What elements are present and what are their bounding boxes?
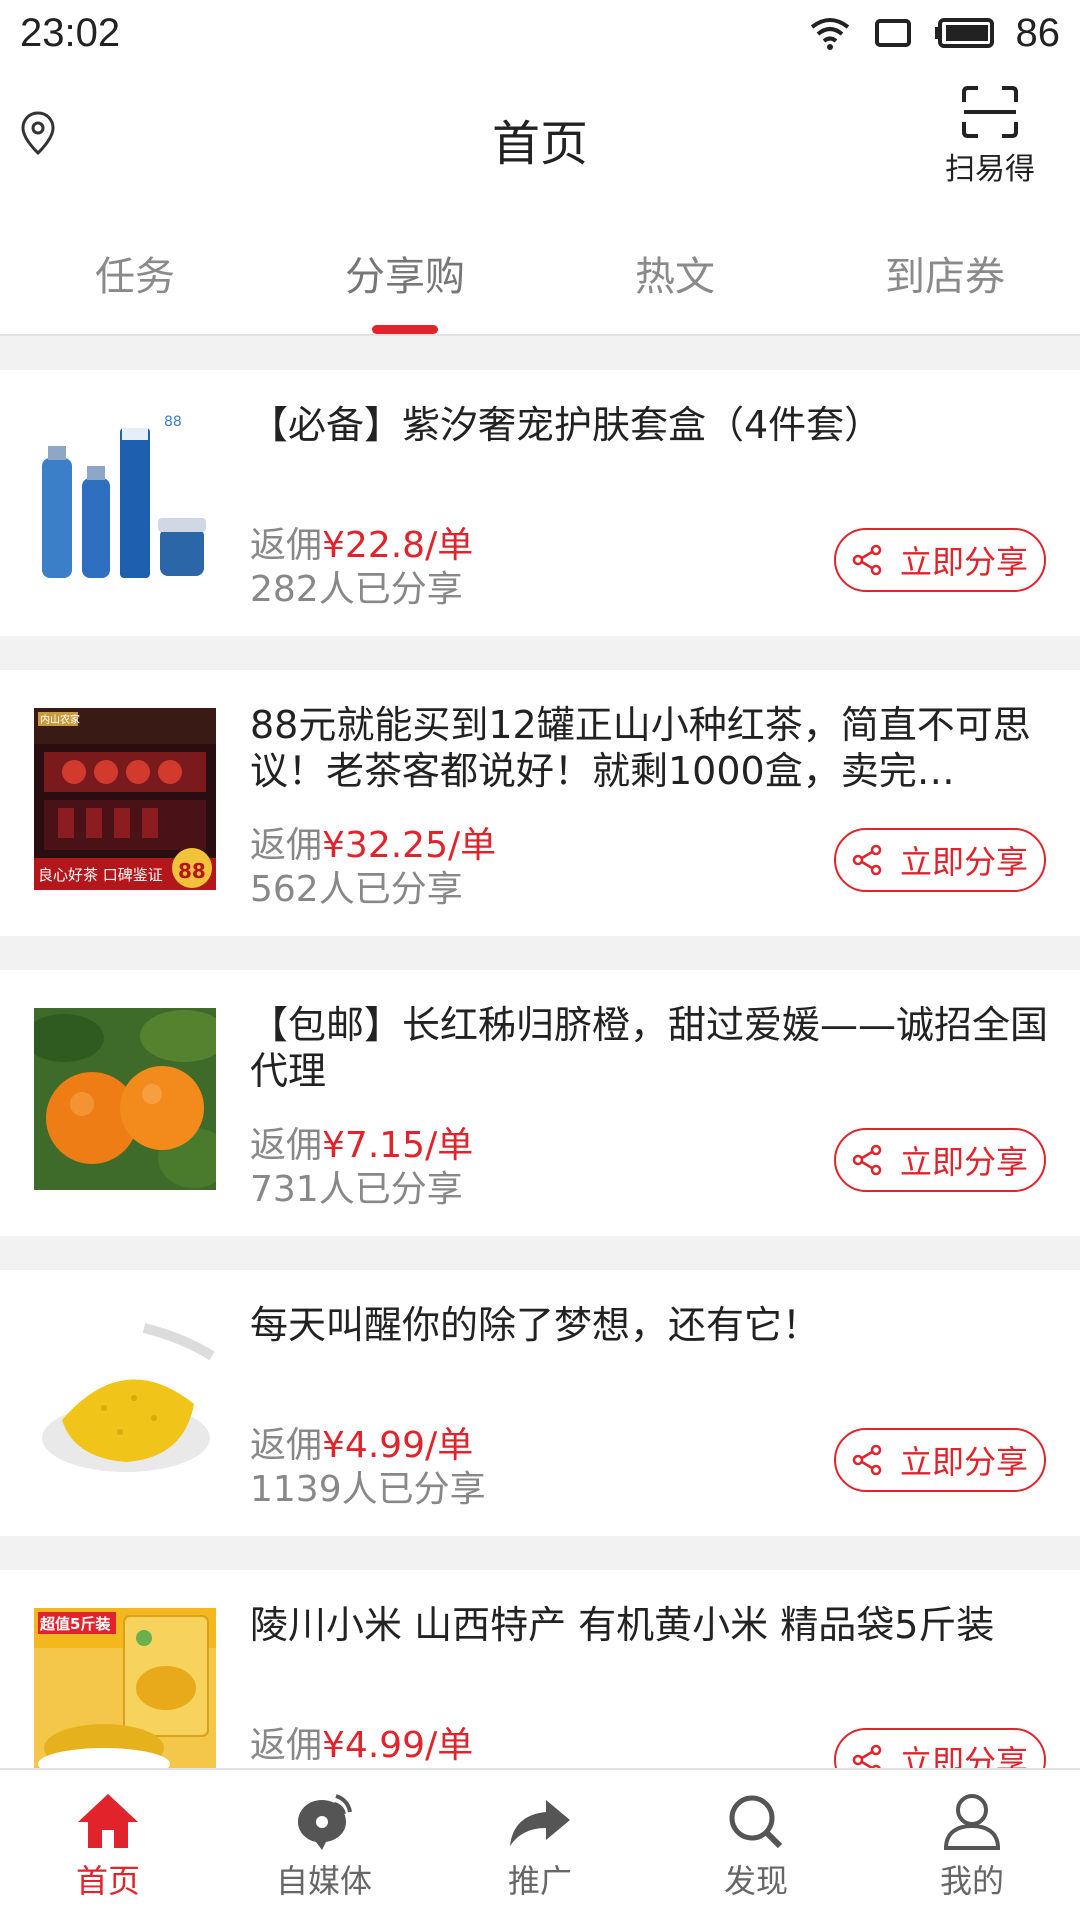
item-title: 陵川小米 山西特产 有机黄小米 精品袋5斤装 — [250, 1603, 995, 1647]
tab-tasks[interactable]: 任务 — [0, 204, 270, 334]
tea-slogan-text: 良心好茶 口碑鉴证 — [38, 866, 163, 884]
user-icon — [943, 1794, 1001, 1850]
product-image-oranges — [34, 1008, 216, 1190]
commission-prefix: 返佣 — [250, 1725, 323, 1766]
home-icon — [78, 1794, 138, 1848]
share-now-button[interactable]: 立即分享 — [834, 1128, 1046, 1192]
status-bar: 23:02 86 — [0, 0, 1080, 66]
nav-mine[interactable]: 我的 — [864, 1770, 1080, 1920]
share-icon — [852, 544, 882, 576]
page-title: 首页 — [491, 116, 588, 172]
share-icon — [852, 1444, 882, 1476]
tea-price-text: 88 — [178, 859, 206, 883]
header: 首页 扫易得 — [0, 66, 1080, 204]
nav-media[interactable]: 自媒体 — [216, 1770, 432, 1920]
share-now-label: 立即分享 — [899, 1443, 1028, 1481]
item-title: 88元就能买到12罐正山小种红茶，简直不可思议！老茶客都说好！就剩1000盒，卖… — [250, 703, 1031, 793]
list-item[interactable]: 【包邮】长红秭归脐橙，甜过爱媛——诚招全国代理 返佣¥7.15/单 731人已分… — [0, 970, 1080, 1236]
millet-bag-badge-text: 超值5斤装 — [39, 1615, 111, 1633]
share-count: 731人已分享 — [250, 1169, 463, 1210]
nav-label: 推广 — [507, 1862, 572, 1900]
share-now-label: 立即分享 — [899, 543, 1028, 581]
active-tab-indicator — [372, 325, 438, 334]
status-icons: 86 — [808, 10, 1061, 56]
tab-hot-articles[interactable]: 热文 — [540, 204, 810, 334]
share-icon — [852, 844, 882, 876]
product-list: 88 【必备】紫汐奢宠护肤套盒（4件套） 返佣¥22.8/单 282人已分享 立… — [0, 370, 1080, 1870]
tab-label: 热文 — [635, 254, 715, 300]
product-image-millet — [34, 1308, 216, 1490]
share-now-button[interactable]: 立即分享 — [834, 828, 1046, 892]
search-icon — [729, 1795, 783, 1849]
tea-brand-text: 内山农家 — [40, 713, 80, 726]
share-now-button[interactable]: 立即分享 — [834, 528, 1046, 592]
share-count: 562人已分享 — [250, 869, 463, 910]
nav-promote[interactable]: 推广 — [432, 1770, 648, 1920]
share-count: 1139人已分享 — [250, 1469, 486, 1510]
share-now-label: 立即分享 — [899, 1143, 1028, 1181]
scan-label: 扫易得 — [945, 152, 1035, 187]
item-title: 【包邮】长红秭归脐橙，甜过爱媛——诚招全国代理 — [250, 1003, 1049, 1093]
nav-label: 自媒体 — [275, 1862, 372, 1900]
commission-amount: ¥4.99/单 — [322, 1725, 474, 1766]
nav-label: 我的 — [939, 1862, 1004, 1900]
share-now-label: 立即分享 — [899, 843, 1028, 881]
share-icon — [852, 1144, 882, 1176]
nav-home[interactable]: 首页 — [0, 1770, 216, 1920]
wifi-icon — [810, 18, 849, 50]
nav-discover[interactable]: 发现 — [648, 1770, 864, 1920]
list-item[interactable]: 内山农家 良心好茶 口碑鉴证 88 88元就能买到12罐正山小种红茶，简直不可思… — [0, 670, 1080, 936]
item-title: 【必备】紫汐奢宠护肤套盒（4件套） — [250, 403, 883, 447]
tab-label: 任务 — [95, 254, 175, 300]
share-now-button[interactable]: 立即分享 — [834, 1428, 1046, 1492]
nav-label: 发现 — [723, 1862, 788, 1900]
bottom-nav: 首页 自媒体 推广 发现 我的 — [0, 1768, 1080, 1920]
share-arrow-icon — [510, 1800, 570, 1846]
tab-share-buy[interactable]: 分享购 — [270, 204, 540, 334]
scan-icon — [962, 86, 1018, 138]
battery-level: 86 — [1015, 10, 1061, 55]
svg-text:88: 88 — [164, 414, 182, 430]
tab-label: 分享购 — [345, 254, 465, 300]
tab-bar: 任务 分享购 热文 到店券 — [0, 204, 1080, 336]
list-item[interactable]: 88 【必备】紫汐奢宠护肤套盒（4件套） 返佣¥22.8/单 282人已分享 立… — [0, 370, 1080, 636]
product-image-skincare: 88 — [34, 408, 216, 590]
battery-icon — [934, 18, 994, 48]
scan-button[interactable]: 扫易得 — [942, 84, 1038, 188]
commission-text: 返佣¥4.99/单 — [250, 1716, 473, 1768]
screen-icon — [874, 19, 911, 47]
product-image-millet-bag: 超值5斤装 — [34, 1608, 216, 1790]
media-icon — [298, 1794, 352, 1850]
tab-store-coupons[interactable]: 到店券 — [810, 204, 1080, 334]
share-count: 282人已分享 — [250, 569, 463, 610]
tab-label: 到店券 — [885, 254, 1005, 300]
product-image-tea: 内山农家 良心好茶 口碑鉴证 88 — [34, 708, 216, 890]
status-time: 23:02 — [20, 10, 121, 55]
nav-label: 首页 — [75, 1862, 140, 1900]
item-title: 每天叫醒你的除了梦想，还有它！ — [250, 1303, 821, 1347]
list-item[interactable]: 每天叫醒你的除了梦想，还有它！ 返佣¥4.99/单 1139人已分享 立即分享 — [0, 1270, 1080, 1536]
